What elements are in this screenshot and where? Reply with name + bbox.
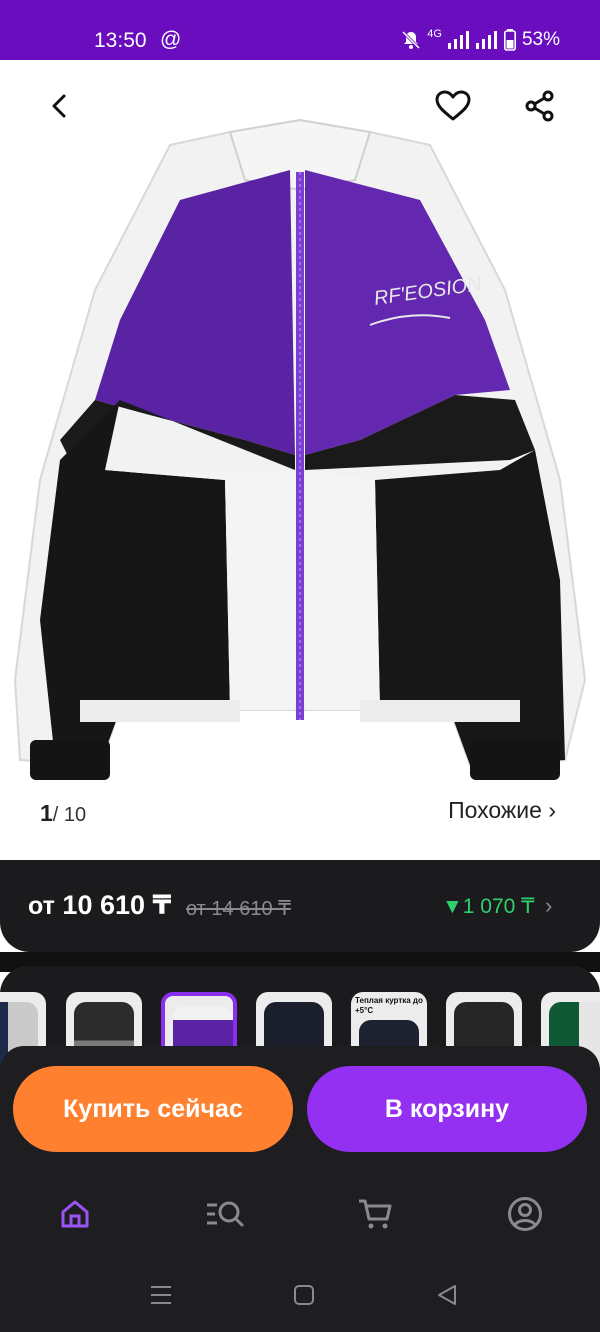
tab-home[interactable] bbox=[53, 1192, 97, 1236]
image-page-counter: 1/ 10 bbox=[40, 800, 86, 827]
old-price: от 14 610 ₸ bbox=[186, 898, 291, 920]
page-current: 1 bbox=[40, 800, 53, 826]
chevron-left-icon bbox=[52, 94, 66, 118]
price-prefix: от bbox=[28, 892, 55, 920]
share-icon bbox=[525, 90, 554, 122]
mute-bell-icon bbox=[402, 30, 421, 50]
back-system-button[interactable] bbox=[432, 1280, 462, 1310]
signal-icon-2 bbox=[475, 31, 497, 49]
heart-icon bbox=[435, 90, 471, 121]
tab-cart[interactable] bbox=[353, 1192, 397, 1236]
recent-apps-button[interactable] bbox=[146, 1280, 176, 1310]
similar-products-link[interactable]: Похожие › bbox=[448, 797, 556, 824]
product-gallery[interactable]: RF'EOSION 1/ 10 Похожие › bbox=[0, 60, 600, 860]
price-panel[interactable]: от 10 610 ₸ от 14 610 ₸ ▼1 070 ₸ › bbox=[0, 860, 600, 952]
catalog-search-icon bbox=[207, 1201, 244, 1227]
thumbnail-caption: Теплая куртка до +5°С bbox=[355, 996, 423, 1015]
network-label: 4G bbox=[427, 28, 442, 40]
at-icon: @ bbox=[160, 28, 182, 51]
price-value: 10 610 ₸ bbox=[62, 890, 172, 920]
status-indicators: 4G 53% bbox=[401, 28, 560, 51]
tab-profile[interactable] bbox=[503, 1192, 547, 1236]
profile-icon bbox=[508, 1197, 542, 1231]
favorite-button[interactable] bbox=[429, 82, 477, 130]
triangle-back-icon bbox=[438, 1285, 456, 1305]
home-system-button[interactable] bbox=[289, 1280, 319, 1310]
square-icon bbox=[294, 1285, 314, 1305]
discount-amount: ▼1 070 ₸ bbox=[442, 895, 535, 918]
share-button[interactable] bbox=[516, 82, 564, 130]
battery-icon bbox=[503, 29, 516, 51]
product-image[interactable]: RF'EOSION bbox=[0, 60, 600, 860]
signal-icon bbox=[447, 31, 469, 49]
add-to-cart-button[interactable]: В корзину bbox=[307, 1066, 587, 1152]
page-total: / 10 bbox=[52, 804, 87, 826]
chevron-right-icon[interactable]: › bbox=[545, 893, 552, 919]
back-button[interactable] bbox=[36, 82, 84, 130]
current-price: от 10 610 ₸ bbox=[28, 890, 171, 921]
battery-percent: 53% bbox=[521, 29, 560, 50]
status-time: 13:50 bbox=[94, 29, 147, 52]
home-icon bbox=[61, 1200, 89, 1228]
tab-catalog[interactable] bbox=[203, 1192, 247, 1236]
cart-icon bbox=[359, 1199, 392, 1229]
menu-icon bbox=[151, 1286, 171, 1304]
status-bar: 13:50 @ 4G 53% bbox=[0, 0, 600, 60]
buy-now-button[interactable]: Купить сейчас bbox=[13, 1066, 293, 1152]
